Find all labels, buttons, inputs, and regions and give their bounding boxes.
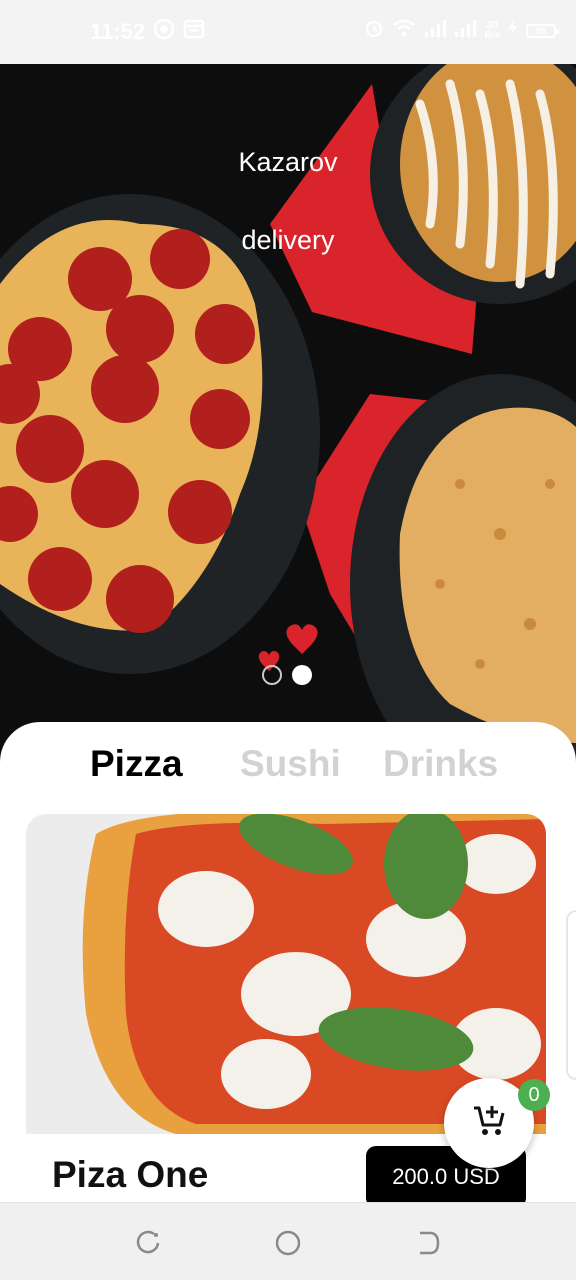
status-time: 11:52 xyxy=(90,18,146,44)
wifi-icon xyxy=(392,19,416,42)
battery-icon: 55 xyxy=(526,23,559,38)
add-to-cart-icon xyxy=(471,1103,507,1144)
signal-icon xyxy=(454,19,477,42)
back-icon[interactable] xyxy=(414,1229,442,1257)
net-speed: 30 B/s xyxy=(484,19,500,41)
charging-icon xyxy=(508,20,518,41)
alarm-icon xyxy=(364,18,384,43)
home-icon[interactable] xyxy=(274,1229,302,1257)
cart-count-badge: 0 xyxy=(518,1079,550,1111)
carousel-dot[interactable] xyxy=(262,665,282,685)
hero-title-line2: delivery xyxy=(241,225,335,255)
whatsapp-icon xyxy=(153,18,175,45)
net-speed-value: 30 xyxy=(486,19,498,31)
calendar-icon xyxy=(183,19,205,44)
signal-icon xyxy=(424,19,447,42)
hero-title: Kazarov delivery xyxy=(0,104,576,299)
system-nav-bar xyxy=(0,1202,576,1280)
tab-sushi[interactable]: Sushi xyxy=(240,742,341,786)
product-name: Piza One xyxy=(52,1154,209,1195)
net-speed-unit: B/s xyxy=(484,29,500,41)
tab-pizza[interactable]: Pizza xyxy=(90,742,183,786)
hero-title-line1: Kazarov xyxy=(238,147,338,177)
tab-drinks[interactable]: Drinks xyxy=(383,742,498,786)
carousel-dot-active[interactable] xyxy=(292,665,312,685)
status-left: 11:52 xyxy=(90,18,205,45)
carousel-indicator xyxy=(262,665,312,685)
recent-apps-icon[interactable] xyxy=(134,1229,162,1257)
category-tabs: Pizza Sushi Drinks xyxy=(0,742,576,786)
hero-banner[interactable]: Kazarov delivery xyxy=(0,64,576,764)
side-panel-handle[interactable] xyxy=(566,910,576,1080)
status-bar: 11:52 30 B/s 55 xyxy=(0,0,576,64)
status-right: 30 B/s 55 xyxy=(364,18,559,43)
